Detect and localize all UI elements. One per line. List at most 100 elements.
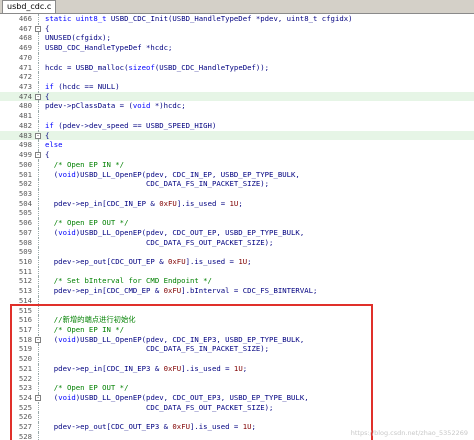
code-line[interactable]: 517 /* Open EP IN */ [0,325,474,335]
line-number: 500 [18,159,32,169]
fold-guide [38,354,39,364]
code-line[interactable]: 515 [0,305,474,316]
fold-toggle-icon[interactable]: - [35,132,41,139]
code-line[interactable]: 467-{ [0,23,474,34]
code-line[interactable]: 473 if (hcdc == NULL) [0,82,474,92]
code-line[interactable]: 482 if (pdev->dev_speed == USBD_SPEED_HIG… [0,120,474,131]
code-line[interactable]: 519 CDC_DATA_FS_IN_PACKET_SIZE); [0,344,474,355]
code-token: ( [45,393,59,403]
code-line[interactable]: 526 [0,412,474,423]
code-token: /* Set bInterval for CMD Endpoint */ [45,276,212,286]
code-line[interactable]: 499-{ [0,150,474,160]
line-number: 503 [18,188,32,198]
code-line[interactable]: 511 [0,266,474,277]
line-number: 499 [18,150,32,160]
code-line[interactable]: 518- (void)USBD_LL_OpenEP(pdev, CDC_IN_E… [0,334,474,345]
code-line[interactable]: 500 /* Open EP IN */ [0,159,474,170]
code-text: (void)USBD_LL_OpenEP(pdev, CDC_OUT_EP3, … [45,393,309,403]
code-line[interactable]: 480 pdev->pClassData = (void *)hcdc; [0,101,474,112]
code-token: ( [45,169,59,179]
code-token: if [45,82,54,92]
fold-toggle-icon[interactable]: - [35,25,41,32]
code-token: pdev->ep_out[CDC_OUT_EP & [45,256,169,266]
fold-guide [38,412,39,423]
code-token: void [58,393,76,403]
code-text: /* Open EP IN */ [45,325,124,335]
code-token: 1U [238,256,248,266]
fold-guide [38,256,39,267]
code-line[interactable]: 468 UNUSED(cfgidx); [0,33,474,44]
code-line[interactable]: 466 static uint8_t USBD_CDC_Init(USBD_Han… [0,14,474,24]
line-number: 523 [18,383,32,393]
code-text: else [45,140,63,150]
code-token: { [45,130,50,140]
code-text: if (pdev->dev_speed == USBD_SPEED_HIGH) [45,121,216,131]
code-line[interactable]: 469 USBD_CDC_HandleTypeDef *hcdc; [0,43,474,53]
line-number: 524 [18,393,32,403]
fold-guide [38,82,39,92]
code-line[interactable]: 504 pdev->ep_in[CDC_IN_EP & 0xFU].is_use… [0,198,474,209]
fold-guide [38,33,39,44]
fold-guide [38,325,39,335]
line-number: 510 [18,256,32,266]
tab-usbd-cdc-c[interactable]: usbd_cdc.c [2,0,57,13]
code-line[interactable]: 506 /* Open EP OUT */ [0,218,474,228]
code-line[interactable]: 523 /* Open EP OUT */ [0,383,474,394]
code-text: USBD_CDC_HandleTypeDef *hcdc; [45,43,172,53]
code-editor[interactable]: 466 static uint8_t USBD_CDC_Init(USBD_Han… [0,14,474,440]
code-token: UNUSED(cfgidx); [45,33,111,43]
code-line[interactable]: 471 hcdc = USBD_malloc(sizeof(USBD_CDC_Ha… [0,62,474,73]
code-line[interactable]: 470 [0,52,474,63]
fold-guide [38,14,39,24]
line-number: 474 [18,91,32,101]
code-line[interactable]: 501 (void)USBD_LL_OpenEP(pdev, CDC_IN_EP… [0,169,474,180]
code-line[interactable]: 521 pdev->ep_in[CDC_IN_EP3 & 0xFU].is_us… [0,363,474,374]
code-line[interactable]: 503 [0,188,474,199]
code-text: /* Open EP OUT */ [45,383,129,393]
code-token: pdev->ep_in[CDC_IN_EP3 & [45,363,164,373]
fold-toggle-icon[interactable]: - [35,395,41,402]
code-token: else [45,140,63,150]
code-line[interactable]: 483-{ [0,130,474,141]
code-token: CDC_DATA_FS_IN_PACKET_SIZE); [45,344,270,354]
fold-guide [38,363,39,374]
fold-guide [38,111,39,121]
code-line[interactable]: 508 CDC_DATA_FS_OUT_PACKET_SIZE); [0,237,474,248]
code-line[interactable]: 512 /* Set bInterval for CMD Endpoint */ [0,276,474,287]
code-token: ; [251,422,256,432]
code-token: CDC_DATA_FS_OUT_PACKET_SIZE); [45,402,274,412]
code-line[interactable]: 509 [0,247,474,257]
code-line[interactable]: 510 pdev->ep_out[CDC_OUT_EP & 0xFU].is_u… [0,256,474,267]
code-text: static uint8_t USBD_CDC_Init(USBD_Handle… [45,14,353,24]
line-number: 522 [18,373,32,383]
code-line[interactable]: 502 CDC_DATA_FS_IN_PACKET_SIZE); [0,179,474,189]
code-line[interactable]: 474-{ [0,91,474,102]
code-line[interactable]: 522 [0,373,474,384]
code-line[interactable]: 498 else [0,140,474,151]
fold-toggle-icon[interactable]: - [35,336,41,343]
code-line[interactable]: 505 [0,208,474,219]
code-line[interactable]: 513 pdev->ep_in[CDC_CMD_EP & 0xFU].bInte… [0,286,474,296]
code-token: sizeof [128,62,155,72]
fold-guide [38,383,39,394]
code-token: /* Open EP IN */ [45,159,125,169]
code-lines: 466 static uint8_t USBD_CDC_Init(USBD_Han… [0,14,474,440]
code-line[interactable]: 472 [0,72,474,83]
line-number: 527 [18,422,32,432]
code-line[interactable]: 514 [0,295,474,306]
line-number: 480 [18,101,32,111]
fold-guide [38,422,39,432]
code-token: ( [45,334,59,344]
line-number: 507 [18,227,32,237]
fold-toggle-icon[interactable]: - [35,93,41,100]
fold-toggle-icon[interactable]: - [35,152,41,159]
code-token: void [132,101,151,111]
code-token: 0xFU [163,286,182,296]
code-line[interactable]: 516 //新增的端点进行初始化 [0,315,474,325]
code-line[interactable]: 520 [0,354,474,364]
code-line[interactable]: 524- (void)USBD_LL_OpenEP(pdev, CDC_OUT_… [0,393,474,403]
code-line[interactable]: 507 (void)USBD_LL_OpenEP(pdev, CDC_OUT_E… [0,227,474,238]
code-token: pdev->ep_in[CDC_IN_EP & [45,198,160,208]
code-line[interactable]: 525 CDC_DATA_FS_OUT_PACKET_SIZE); [0,402,474,413]
code-line[interactable]: 481 [0,111,474,121]
